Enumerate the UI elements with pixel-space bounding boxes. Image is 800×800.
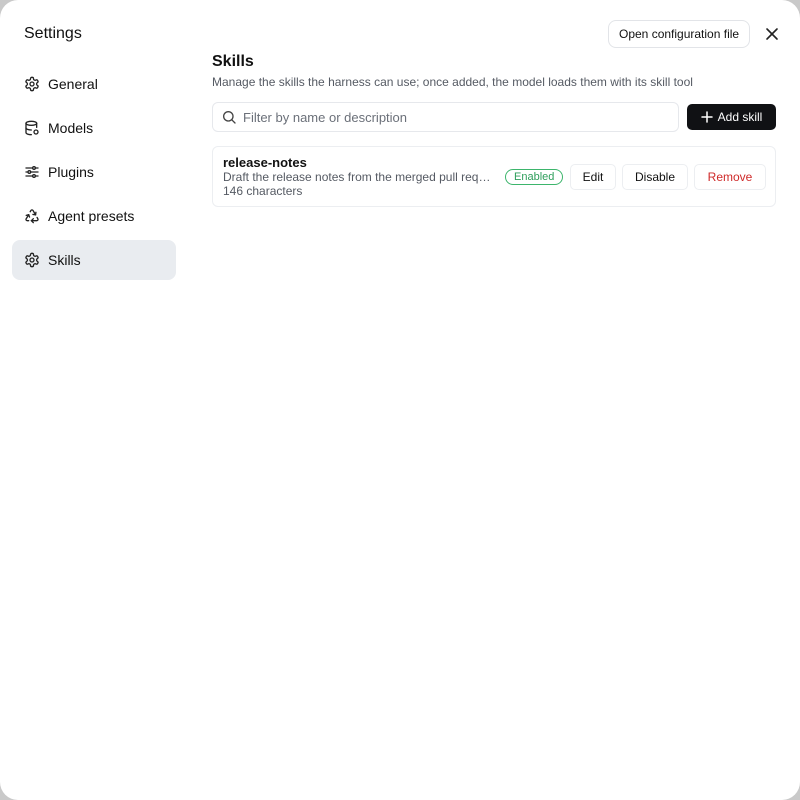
skill-char-count: 146 characters bbox=[223, 184, 303, 198]
plus-icon bbox=[700, 111, 713, 123]
close-icon bbox=[765, 27, 779, 41]
sidebar-item-label: General bbox=[48, 76, 98, 92]
page-subtitle: Manage the skills the harness can use; o… bbox=[212, 75, 693, 89]
disable-button[interactable]: Disable bbox=[622, 164, 688, 190]
search-icon bbox=[221, 109, 237, 125]
page-title: Skills bbox=[212, 53, 254, 70]
skills-panel: Skills Manage the skills the harness can… bbox=[212, 52, 776, 207]
gear-icon bbox=[24, 252, 40, 268]
open-config-button[interactable]: Open configuration file bbox=[608, 20, 751, 48]
sidebar-item-plugins[interactable]: Plugins bbox=[12, 152, 176, 192]
sidebar-item-label: Agent presets bbox=[48, 208, 135, 224]
recycle-icon bbox=[24, 208, 40, 224]
gear-icon bbox=[24, 76, 40, 92]
database-gear-icon bbox=[24, 120, 40, 136]
sidebar-item-models[interactable]: Models bbox=[12, 108, 176, 148]
add-skill-button[interactable]: Add skill bbox=[687, 104, 776, 130]
settings-window: Settings Open configuration file General bbox=[0, 0, 800, 800]
settings-sidebar: General Models Plugins Agent presets Ski… bbox=[12, 64, 176, 284]
search-box bbox=[212, 102, 679, 132]
sidebar-item-label: Skills bbox=[48, 252, 81, 268]
window-title: Settings bbox=[24, 25, 82, 42]
search-input[interactable] bbox=[243, 104, 678, 130]
sidebar-item-agent-presets[interactable]: Agent presets bbox=[12, 196, 176, 236]
sidebar-item-label: Plugins bbox=[48, 164, 94, 180]
sidebar-item-general[interactable]: General bbox=[12, 64, 176, 104]
sliders-icon bbox=[24, 164, 40, 180]
edit-button[interactable]: Edit bbox=[570, 164, 616, 190]
sidebar-item-skills[interactable]: Skills bbox=[12, 240, 176, 280]
skill-item: release-notes Draft the release notes fr… bbox=[212, 146, 776, 207]
add-skill-label: Add skill bbox=[717, 110, 763, 124]
skills-toolbar: Add skill bbox=[212, 102, 776, 132]
remove-button[interactable]: Remove bbox=[694, 164, 766, 190]
sidebar-item-label: Models bbox=[48, 120, 94, 136]
status-badge: Enabled bbox=[505, 169, 564, 185]
close-button[interactable] bbox=[760, 22, 784, 46]
